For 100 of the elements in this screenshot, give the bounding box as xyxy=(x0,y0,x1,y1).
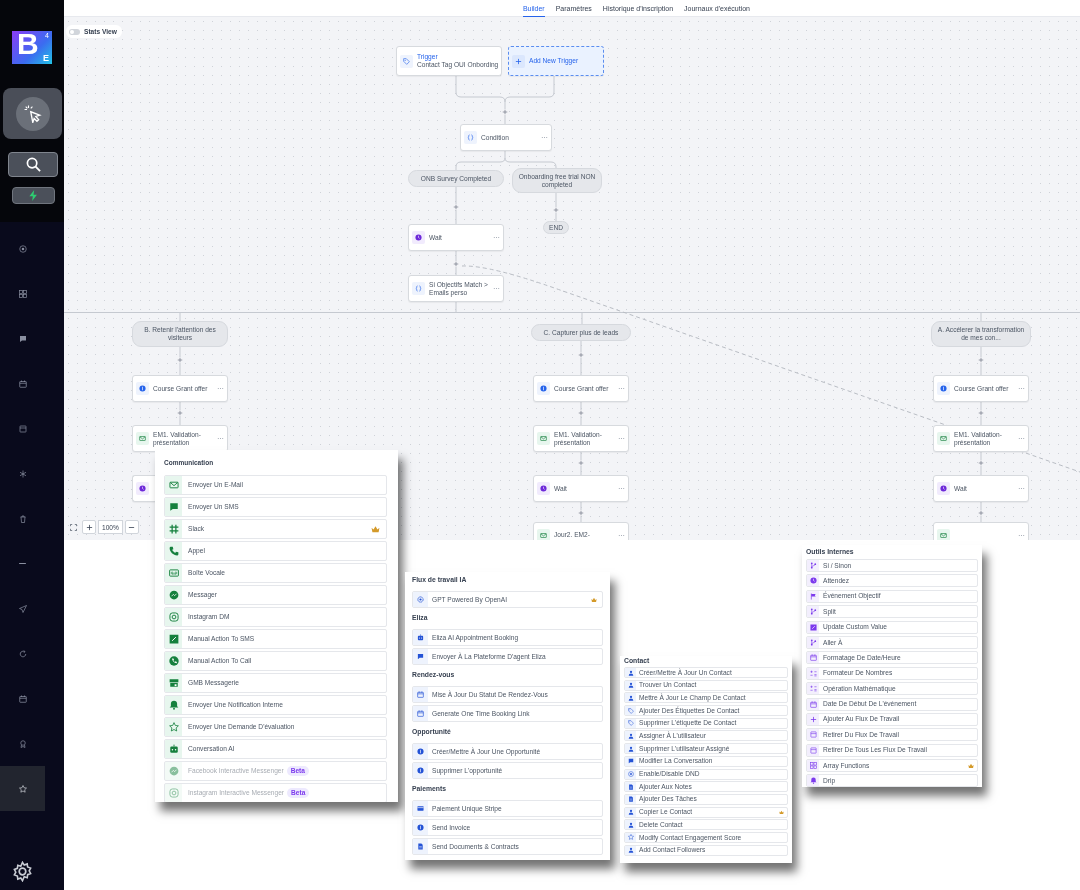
plus-icon[interactable] xyxy=(177,410,183,416)
star-icon xyxy=(18,784,27,793)
search-button[interactable] xyxy=(8,152,58,177)
plus-icon[interactable] xyxy=(578,352,584,358)
camera-icon xyxy=(165,784,182,802)
envelope-icon xyxy=(165,476,182,494)
hash-icon xyxy=(165,520,182,538)
more-icon[interactable] xyxy=(493,285,500,292)
send-icon xyxy=(18,604,27,613)
box-icon xyxy=(807,744,819,756)
person-icon xyxy=(625,731,636,741)
tag-icon xyxy=(625,706,636,716)
zoom-out-button[interactable] xyxy=(124,520,139,534)
logo-letter: B xyxy=(17,29,39,59)
card-icon xyxy=(413,801,428,816)
coin-icon xyxy=(413,820,428,835)
branch-icon xyxy=(807,560,819,571)
chat-icon xyxy=(413,649,428,664)
plus-icon[interactable] xyxy=(978,410,984,416)
star-icon xyxy=(625,832,636,842)
math-icon xyxy=(807,667,819,679)
more-icon[interactable] xyxy=(618,485,625,492)
plus-icon[interactable] xyxy=(578,460,584,466)
more-icon[interactable] xyxy=(541,134,548,141)
clock-icon xyxy=(540,485,547,492)
more-icon[interactable] xyxy=(493,234,500,241)
person-icon xyxy=(625,820,636,830)
crown-icon xyxy=(779,809,784,815)
trash-icon xyxy=(18,514,27,523)
clock-icon xyxy=(415,234,422,241)
envelope-icon xyxy=(940,531,947,539)
target-icon xyxy=(18,244,27,253)
branch-icon xyxy=(807,636,819,648)
plus-icon[interactable] xyxy=(978,460,984,466)
camera-icon xyxy=(165,608,182,626)
bolt-icon xyxy=(28,190,39,201)
more-icon[interactable] xyxy=(618,435,625,442)
store-icon xyxy=(165,674,182,692)
badge-icon xyxy=(18,739,27,748)
more-icon[interactable] xyxy=(217,385,224,392)
braces-icon xyxy=(415,285,422,292)
target-icon xyxy=(625,769,636,779)
calendar-icon xyxy=(18,379,27,388)
tag-icon xyxy=(403,57,410,65)
settings-icon[interactable] xyxy=(12,861,33,883)
quick-action-button[interactable] xyxy=(12,187,55,204)
document-icon xyxy=(625,782,636,792)
cursor-tool-button[interactable] xyxy=(3,88,62,139)
crown-icon xyxy=(591,596,597,603)
robot-icon xyxy=(165,740,182,758)
crown-icon xyxy=(371,524,380,534)
envelope-icon xyxy=(540,531,547,539)
plus-icon[interactable] xyxy=(978,510,984,516)
person-icon xyxy=(625,680,636,690)
zoom-in-button[interactable] xyxy=(82,520,96,534)
toggle-switch[interactable] xyxy=(69,28,80,35)
expand-icon xyxy=(69,523,77,531)
document-icon xyxy=(413,839,428,854)
plus-icon[interactable] xyxy=(978,357,984,363)
envelope-icon xyxy=(540,435,547,442)
more-icon[interactable] xyxy=(618,385,625,392)
plus-icon[interactable] xyxy=(177,357,183,363)
logo-subscript: E xyxy=(43,54,49,63)
plus-icon[interactable] xyxy=(502,109,508,115)
asterisk-icon xyxy=(18,469,27,478)
clock-icon xyxy=(139,485,146,492)
calendar-icon xyxy=(413,687,428,702)
plus-icon xyxy=(515,57,522,65)
plus-icon[interactable] xyxy=(578,510,584,516)
plus-icon xyxy=(807,713,819,725)
grid-icon xyxy=(807,760,819,772)
crown-icon xyxy=(968,762,974,769)
phone-icon xyxy=(165,542,182,560)
wait-card[interactable] xyxy=(132,475,155,502)
more-icon[interactable] xyxy=(1018,385,1025,392)
more-icon[interactable] xyxy=(1018,435,1025,442)
plus-icon[interactable] xyxy=(578,410,584,416)
chat-icon xyxy=(18,334,27,343)
plus-icon[interactable] xyxy=(553,207,559,213)
coin-icon xyxy=(139,385,146,392)
coin-icon xyxy=(940,385,947,392)
math-icon xyxy=(807,683,819,695)
envelope-icon xyxy=(940,435,947,442)
plus-icon xyxy=(85,523,93,531)
box-icon xyxy=(18,424,27,433)
flag-icon xyxy=(807,590,819,602)
calendar-icon xyxy=(18,694,27,703)
plus-icon[interactable] xyxy=(453,204,459,210)
clock-icon xyxy=(807,575,819,587)
box-icon xyxy=(807,729,819,741)
calendar-icon xyxy=(807,698,819,710)
bell-icon xyxy=(165,696,182,714)
more-icon[interactable] xyxy=(1018,485,1025,492)
chat-icon xyxy=(165,498,182,516)
voicemail-icon xyxy=(165,564,182,582)
plus-icon[interactable] xyxy=(453,261,459,267)
branch-icon xyxy=(807,606,819,618)
robot-icon xyxy=(413,630,428,645)
more-icon[interactable] xyxy=(217,435,224,442)
chat-icon xyxy=(625,756,636,766)
